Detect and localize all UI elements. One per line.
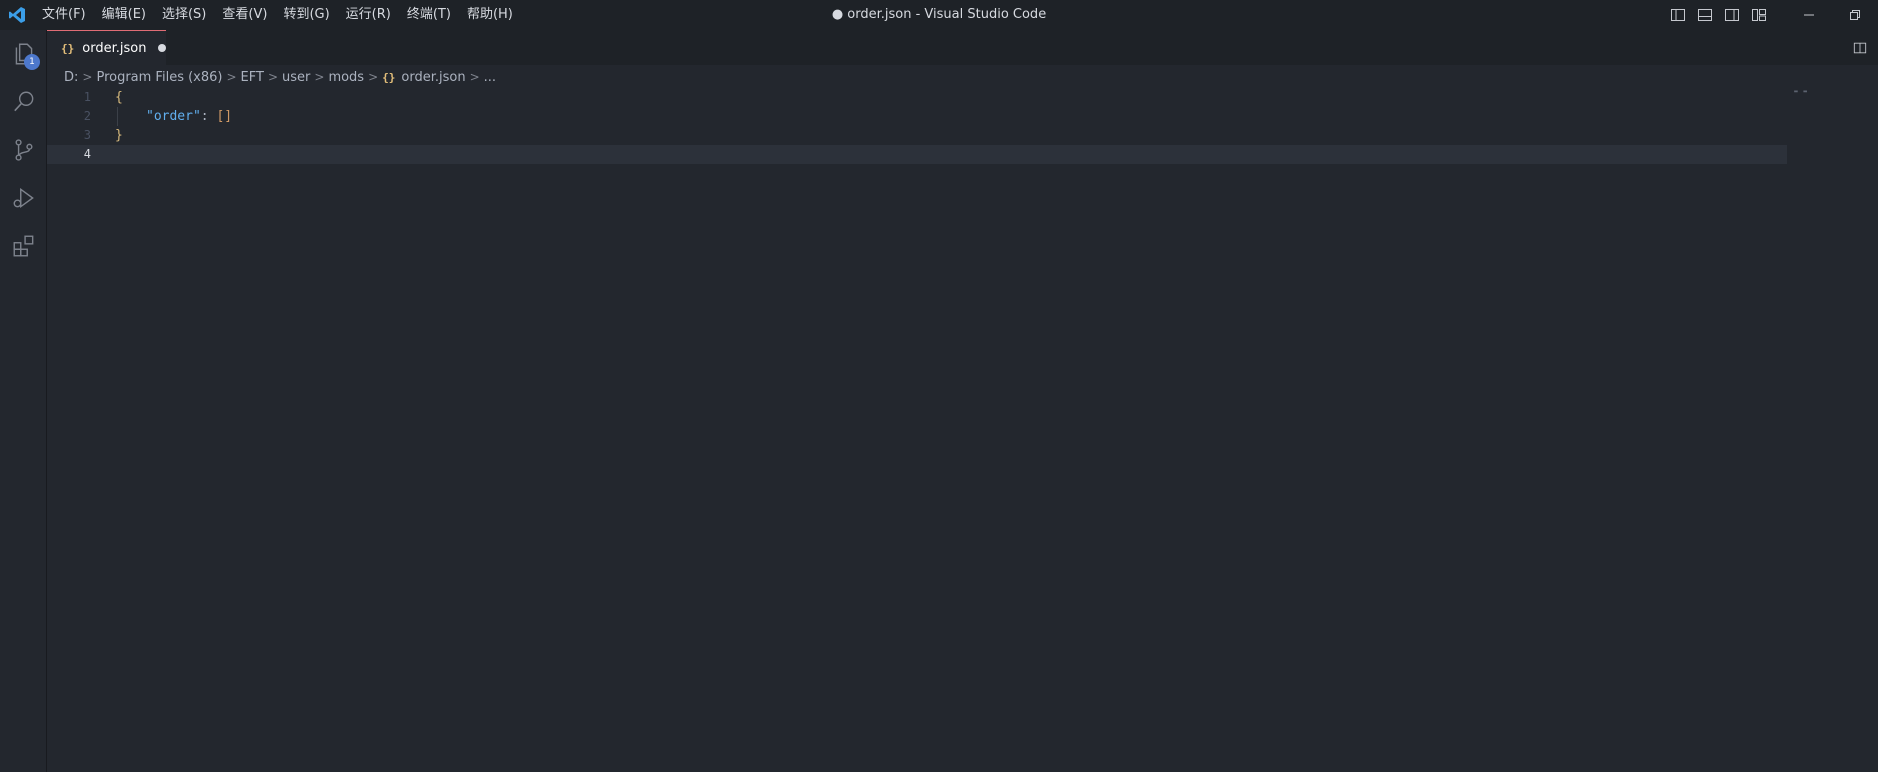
tab-label: order.json: [82, 40, 147, 56]
customize-layout-icon: [1751, 9, 1766, 21]
menu-view[interactable]: 查看(V): [214, 0, 275, 30]
menu-selection[interactable]: 选择(S): [154, 0, 214, 30]
breadcrumb-item-file[interactable]: order.json: [401, 70, 465, 85]
vscode-logo-icon: [0, 0, 34, 30]
json-key: "order": [146, 109, 201, 124]
menu-bar: 文件(F) 编辑(E) 选择(S) 查看(V) 转到(G) 运行(R) 终端(T…: [34, 0, 521, 30]
explorer-badge: 1: [24, 54, 40, 70]
extensions-icon: [13, 235, 33, 257]
restore-icon: [1850, 10, 1860, 20]
json-close-brace: }: [115, 128, 123, 143]
breadcrumb-item-eft[interactable]: EFT: [241, 70, 264, 85]
source-control-button[interactable]: [0, 126, 47, 174]
minimize-icon: [1804, 14, 1814, 16]
chevron-right-icon: >: [469, 70, 480, 84]
line-number: 2: [83, 109, 91, 123]
menu-file[interactable]: 文件(F): [34, 0, 94, 30]
tab-order-json[interactable]: {} order.json: [47, 30, 166, 65]
split-editor-icon: [1853, 42, 1867, 53]
run-debug-button[interactable]: [0, 174, 47, 222]
menu-go[interactable]: 转到(G): [275, 0, 337, 30]
toggle-secondary-sidebar-button[interactable]: [1718, 0, 1745, 30]
code-content: }: [115, 126, 123, 145]
line-number: 1: [83, 90, 91, 104]
restore-button[interactable]: [1832, 0, 1878, 30]
breadcrumb: D: > Program Files (x86) > EFT > user > …: [64, 66, 496, 88]
toggle-primary-sidebar-button[interactable]: [1664, 0, 1691, 30]
activity-bar: 1: [0, 30, 47, 772]
json-file-icon: {}: [61, 41, 75, 55]
menu-help[interactable]: 帮助(H): [459, 0, 521, 30]
json-colon: :: [200, 109, 217, 124]
panel-layout-icon: [1697, 9, 1712, 21]
json-array-value: []: [216, 109, 233, 124]
toggle-panel-button[interactable]: [1691, 0, 1718, 30]
run-debug-icon: [13, 187, 34, 209]
breadcrumb-item-user[interactable]: user: [282, 70, 310, 85]
minimap[interactable]: ▬ ▬: [1794, 88, 1808, 95]
extensions-button[interactable]: [0, 222, 47, 270]
code-line-1[interactable]: 1 {: [47, 88, 1787, 107]
code-line-2[interactable]: 2 "order": []: [47, 107, 1787, 126]
secondary-sidebar-icon: [1724, 9, 1739, 21]
breadcrumb-item-mods[interactable]: mods: [328, 70, 364, 85]
chevron-right-icon: >: [82, 70, 93, 84]
code-line-3[interactable]: 3 }: [47, 126, 1787, 145]
breadcrumb-item-program-files[interactable]: Program Files (x86): [96, 70, 222, 85]
title-bar: 文件(F) 编辑(E) 选择(S) 查看(V) 转到(G) 运行(R) 终端(T…: [0, 0, 1878, 30]
code-content: "order": []: [146, 107, 232, 126]
title-controls: [1664, 0, 1878, 30]
chevron-right-icon: >: [368, 70, 379, 84]
code-content: {: [115, 88, 123, 107]
indent-guide: [117, 107, 118, 126]
split-editor-button[interactable]: [1842, 30, 1878, 65]
code-editor[interactable]: 1 { 2 "order": [] 3 } 4 ▬ ▬: [47, 88, 1878, 772]
chevron-right-icon: >: [267, 70, 279, 84]
search-button[interactable]: [0, 78, 47, 126]
json-open-brace: {: [115, 90, 123, 105]
search-icon: [13, 91, 33, 112]
minimize-button[interactable]: [1786, 0, 1832, 30]
breadcrumb-item-drive[interactable]: D:: [64, 70, 78, 85]
code-line-4-current[interactable]: 4: [47, 145, 1787, 164]
editor-tab-strip: {} order.json: [47, 30, 1878, 65]
breadcrumb-item-symbols[interactable]: ...: [484, 70, 496, 85]
sidebar-layout-icon: [1670, 9, 1685, 21]
menu-run[interactable]: 运行(R): [338, 0, 399, 30]
source-control-icon: [14, 139, 33, 161]
explorer-button[interactable]: 1: [0, 30, 47, 78]
menu-terminal[interactable]: 终端(T): [399, 0, 459, 30]
line-number: 3: [83, 128, 91, 142]
line-number: 4: [83, 147, 91, 161]
chevron-right-icon: >: [314, 70, 325, 84]
customize-layout-button[interactable]: [1745, 0, 1772, 30]
json-file-icon: {}: [382, 70, 396, 84]
menu-edit[interactable]: 编辑(E): [94, 0, 154, 30]
chevron-right-icon: >: [226, 70, 237, 84]
unsaved-dot-icon[interactable]: [158, 44, 166, 52]
